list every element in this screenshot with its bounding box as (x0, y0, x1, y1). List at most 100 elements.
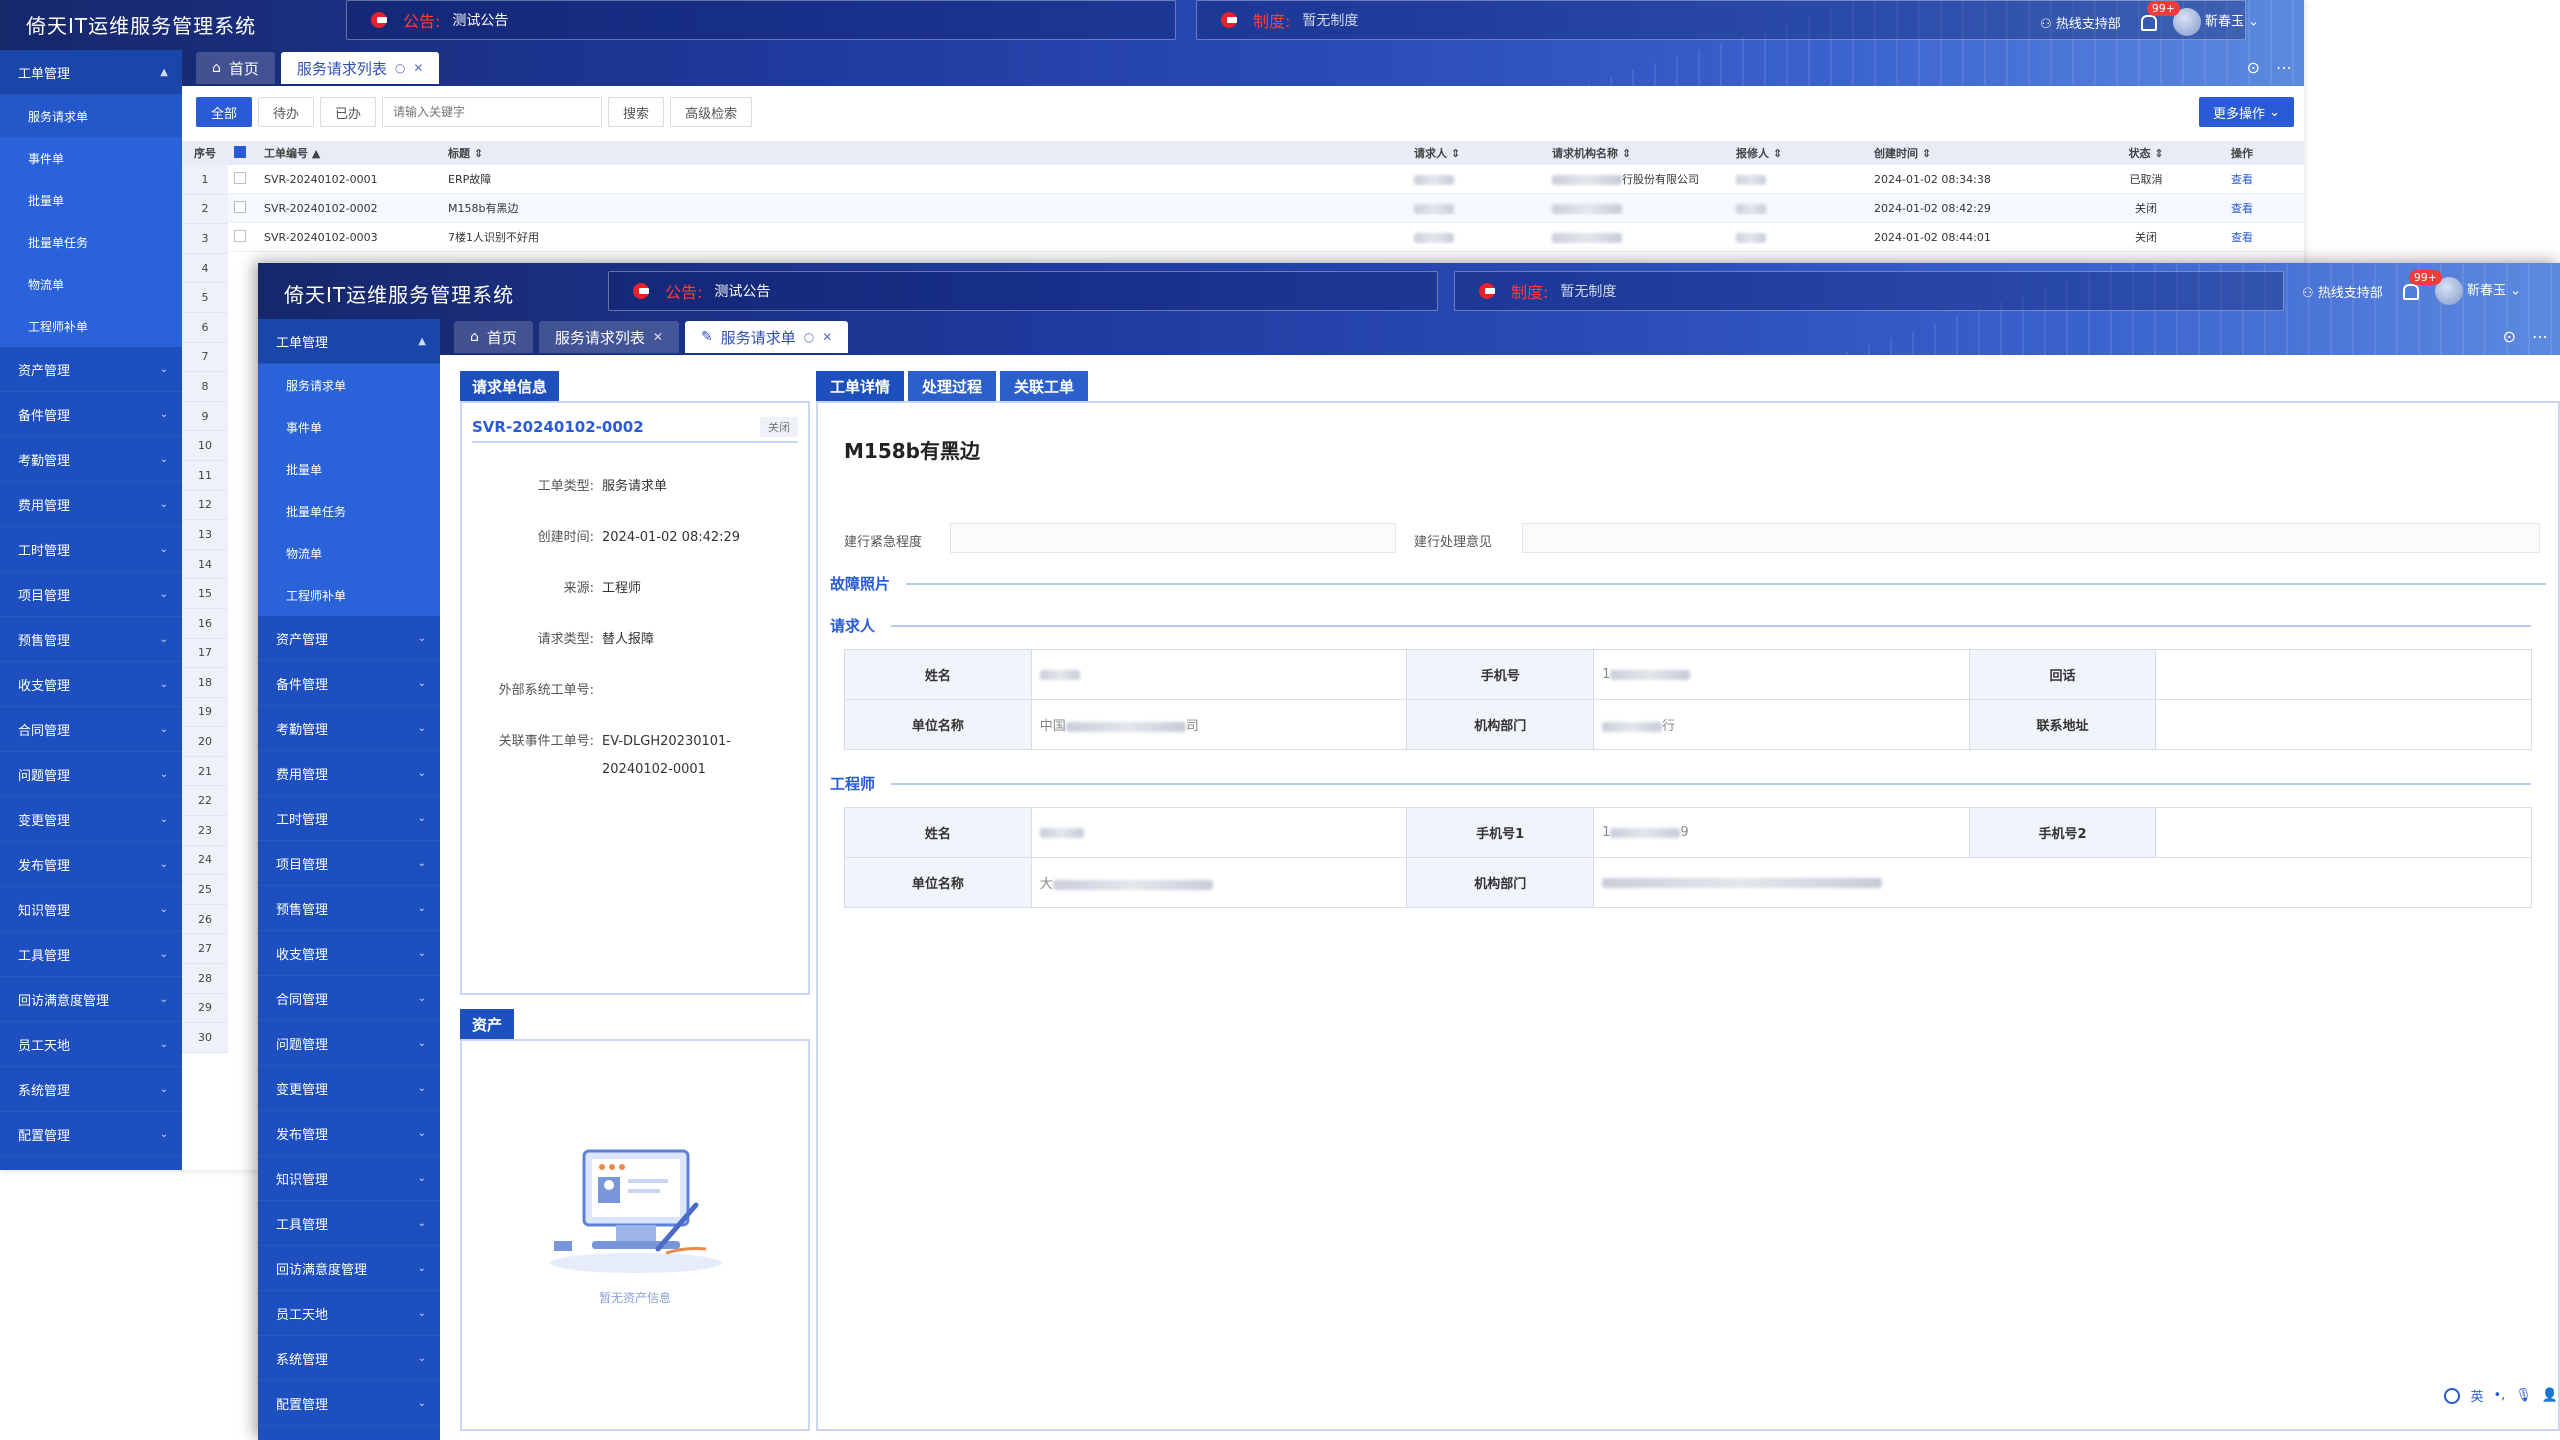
policy-bar[interactable]: 制度: 暂无制度 (1454, 271, 2284, 311)
col-status[interactable]: 状态 ⇕ (2090, 145, 2202, 161)
close-icon[interactable]: ✕ (413, 61, 423, 75)
sidebar-item-logistics[interactable]: 物流单 (258, 532, 440, 574)
col-title[interactable]: 标题 ⇕ (442, 145, 1408, 161)
sidebar-group[interactable]: 备件管理 ⌄ (258, 661, 440, 706)
sidebar-group[interactable]: 发布管理 ⌄ (258, 1111, 440, 1156)
sidebar-group-workorder[interactable]: 工单管理 ▲ (0, 50, 182, 95)
tab-related[interactable]: 关联工单 (1000, 371, 1089, 401)
user-icon[interactable]: 👤 (2542, 1388, 2558, 1403)
sidebar-group[interactable]: 项目管理 ⌄ (0, 572, 182, 617)
sidebar-group[interactable]: 员工天地 ⌄ (0, 1022, 182, 1067)
sidebar-group[interactable]: 收支管理 ⌄ (258, 931, 440, 976)
more-icon[interactable]: ⋯ (2532, 327, 2548, 346)
select-all-checkbox[interactable] (228, 145, 258, 161)
more-icon[interactable]: ⋯ (2276, 58, 2292, 77)
sidebar-group[interactable]: 问题管理 ⌄ (0, 752, 182, 797)
tab-home[interactable]: ⌂ 首页 (454, 321, 533, 353)
sidebar-group[interactable]: 项目管理 ⌄ (258, 841, 440, 886)
row-checkbox[interactable] (228, 171, 258, 187)
sidebar-group[interactable]: 回访满意度管理 ⌄ (258, 1246, 440, 1291)
sidebar-group[interactable]: 知识管理 ⌄ (258, 1156, 440, 1201)
sidebar-group[interactable]: 合同管理 ⌄ (258, 976, 440, 1021)
sidebar-group[interactable]: 费用管理 ⌄ (0, 482, 182, 527)
ime-lang[interactable]: 英 (2470, 1386, 2483, 1405)
sidebar-group[interactable]: 资产管理 ⌄ (258, 616, 440, 661)
sidebar-group[interactable]: 发布管理 ⌄ (0, 842, 182, 887)
hotline-link[interactable]: ⚇ 热线支持部 (2302, 282, 2383, 301)
settings-circle-icon[interactable]: ⊙ (2247, 58, 2260, 77)
table-row[interactable]: SVR-20240102-0002 M158b有黑边 2024-01-02 08:4… (182, 194, 2304, 223)
ime-toolbar[interactable]: 英 •, 🎙 👤 (2444, 1386, 2558, 1405)
search-input[interactable] (382, 97, 603, 127)
refresh-icon[interactable]: ○ (395, 61, 405, 75)
bell-icon[interactable]: 99+ (2139, 1, 2181, 31)
tab-service-list[interactable]: 服务请求列表 ○ ✕ (280, 52, 440, 84)
tab-detail[interactable]: 工单详情 (816, 371, 905, 401)
sidebar-group[interactable]: 工时管理 ⌄ (0, 527, 182, 572)
col-code[interactable]: 工单编号 ▲ (258, 145, 442, 161)
sidebar-group[interactable]: 预售管理 ⌄ (0, 617, 182, 662)
sidebar-item-batch-task[interactable]: 批量单任务 (258, 490, 440, 532)
close-icon[interactable]: ✕ (653, 330, 663, 344)
sidebar-group[interactable]: 预售管理 ⌄ (258, 886, 440, 931)
sidebar-item-incident[interactable]: 事件单 (0, 137, 182, 179)
sidebar-item-engineer-supplement[interactable]: 工程师补单 (0, 305, 182, 347)
notice-bar[interactable]: 公告: 测试公告 (608, 271, 1438, 311)
settings-circle-icon[interactable]: ⊙ (2503, 327, 2516, 346)
sidebar-item-engineer-supplement[interactable]: 工程师补单 (258, 574, 440, 616)
filter-pending-button[interactable]: 待办 (258, 97, 315, 127)
sidebar-group[interactable]: 系统管理 ⌄ (258, 1336, 440, 1381)
sidebar-group[interactable]: 工具管理 ⌄ (258, 1201, 440, 1246)
punctuation-icon[interactable]: •, (2493, 1388, 2505, 1403)
col-requester[interactable]: 请求人 ⇕ (1408, 145, 1546, 161)
sidebar-item-batch-task[interactable]: 批量单任务 (0, 221, 182, 263)
search-button[interactable]: 搜索 (608, 97, 665, 127)
table-row[interactable]: SVR-20240102-0001 ERP故障 行股份有限公司 2024-01-02 … (182, 165, 2304, 194)
refresh-icon[interactable]: ○ (804, 330, 814, 344)
sidebar-group[interactable]: 费用管理 ⌄ (258, 751, 440, 796)
sidebar-group[interactable]: 工具管理 ⌄ (0, 932, 182, 977)
mic-icon[interactable]: 🎙 (2515, 1388, 2532, 1403)
sidebar-item-service-request[interactable]: 服务请求单 (0, 95, 182, 137)
close-icon[interactable]: ✕ (822, 330, 832, 344)
view-link[interactable]: 查看 (2202, 229, 2282, 245)
more-actions-button[interactable]: 更多操作 ⌄ (2198, 97, 2294, 127)
sidebar-group[interactable]: 问题管理 ⌄ (258, 1021, 440, 1066)
sidebar-group[interactable]: 合同管理 ⌄ (0, 707, 182, 752)
sidebar-group[interactable]: 配置管理 ⌄ (0, 1112, 182, 1157)
notice-bar[interactable]: 公告: 测试公告 (346, 0, 1176, 40)
col-reporter[interactable]: 报修人 ⇕ (1730, 145, 1868, 161)
sidebar-group[interactable]: 备件管理 ⌄ (0, 392, 182, 437)
sidebar-group[interactable]: 资产管理 ⌄ (0, 347, 182, 392)
user-menu[interactable]: 靳春玉 ⌄ (2434, 277, 2521, 305)
sidebar-group[interactable]: 考勤管理 ⌄ (258, 706, 440, 751)
table-row[interactable]: SVR-20240102-0003 7楼1人识别不好用 2024-01-02 08:… (182, 223, 2304, 252)
filter-all-button[interactable]: 全部 (196, 97, 253, 127)
sidebar-item-service-request[interactable]: 服务请求单 (258, 364, 440, 406)
sidebar-group[interactable]: 变更管理 ⌄ (0, 797, 182, 842)
user-menu[interactable]: 靳春玉 ⌄ (2172, 8, 2259, 36)
sidebar-item-batch[interactable]: 批量单 (0, 179, 182, 221)
sidebar-item-incident[interactable]: 事件单 (258, 406, 440, 448)
sidebar-group[interactable]: 收支管理 ⌄ (0, 662, 182, 707)
view-link[interactable]: 查看 (2202, 200, 2282, 216)
opinion-field[interactable] (1522, 523, 2540, 553)
bell-icon[interactable]: 99+ (2401, 270, 2443, 300)
sidebar-group-workorder[interactable]: 工单管理 ▲ (258, 319, 440, 364)
advanced-search-button[interactable]: 高级检索 (670, 97, 753, 127)
sidebar-group[interactable]: 回访满意度管理 ⌄ (0, 977, 182, 1022)
hotline-link[interactable]: ⚇ 热线支持部 (2040, 13, 2121, 32)
sidebar-item-logistics[interactable]: 物流单 (0, 263, 182, 305)
sidebar-item-batch[interactable]: 批量单 (258, 448, 440, 490)
row-checkbox[interactable] (228, 200, 258, 216)
tab-process[interactable]: 处理过程 (908, 371, 997, 401)
view-link[interactable]: 查看 (2202, 171, 2282, 187)
col-org[interactable]: 请求机构名称 ⇕ (1546, 145, 1730, 161)
sidebar-group[interactable]: 知识管理 ⌄ (0, 887, 182, 932)
sidebar-group[interactable]: 员工天地 ⌄ (258, 1291, 440, 1336)
sidebar-group[interactable]: 考勤管理 ⌄ (0, 437, 182, 482)
col-created[interactable]: 创建时间 ⇕ (1868, 145, 2090, 161)
tab-service-list[interactable]: 服务请求列表 ✕ (538, 321, 679, 353)
tab-service-request[interactable]: ✎ 服务请求单 ○ ✕ (684, 321, 849, 353)
sidebar-group[interactable]: 配置管理 ⌄ (258, 1381, 440, 1426)
